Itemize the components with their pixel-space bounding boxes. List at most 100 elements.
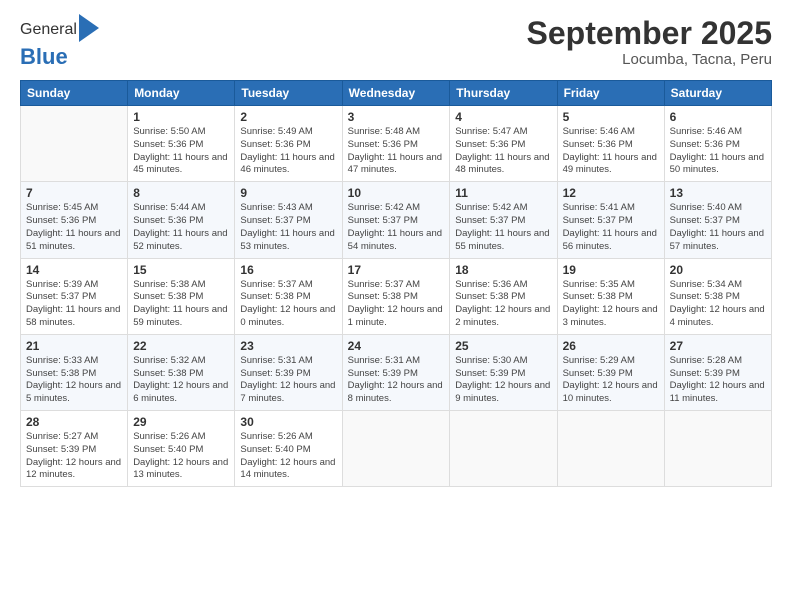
calendar-header-friday: Friday [557, 81, 664, 106]
day-info: Sunrise: 5:27 AM Sunset: 5:39 PM Dayligh… [26, 431, 122, 482]
calendar-cell [450, 411, 557, 487]
calendar-cell: 13Sunrise: 5:40 AM Sunset: 5:37 PM Dayli… [664, 182, 771, 258]
main-title: September 2025 [527, 16, 772, 51]
calendar-cell: 22 Sunrise: 5:32 AM Sunset: 5:38 PM Dayli… [128, 334, 235, 410]
day-number: 17 [348, 263, 445, 277]
logo-blue-text: Blue [20, 44, 68, 69]
day-number: 19 [563, 263, 659, 277]
day-number: 24 [348, 339, 445, 353]
day-number: 13 [670, 186, 766, 200]
calendar-cell: 4 Sunrise: 5:47 AM Sunset: 5:36 PM Daylig… [450, 106, 557, 182]
header: General Blue September 2025 Locumba, Tac… [20, 16, 772, 70]
calendar-header-wednesday: Wednesday [342, 81, 450, 106]
calendar-cell: 24Sunrise: 5:31 AM Sunset: 5:39 PM Dayli… [342, 334, 450, 410]
calendar-cell: 1 Sunrise: 5:50 AM Sunset: 5:36 PM Daylig… [128, 106, 235, 182]
day-info: Sunrise: 5:32 AM Sunset: 5:38 PM Dayligh… [133, 355, 229, 406]
logo-icon [79, 14, 99, 42]
calendar-cell: 2 Sunrise: 5:49 AM Sunset: 5:36 PM Daylig… [235, 106, 342, 182]
day-info: Sunrise: 5:49 AM Sunset: 5:36 PM Dayligh… [240, 126, 336, 177]
day-info: Sunrise: 5:30 AM Sunset: 5:39 PM Dayligh… [455, 355, 551, 406]
day-number: 15 [133, 263, 229, 277]
calendar-cell: 25Sunrise: 5:30 AM Sunset: 5:39 PM Dayli… [450, 334, 557, 410]
day-number: 14 [26, 263, 122, 277]
day-number: 16 [240, 263, 336, 277]
calendar-cell [557, 411, 664, 487]
calendar-cell: 15 Sunrise: 5:38 AM Sunset: 5:38 PM Dayli… [128, 258, 235, 334]
day-info: Sunrise: 5:45 AM Sunset: 5:36 PM Dayligh… [26, 202, 122, 253]
calendar-cell: 19 Sunrise: 5:35 AM Sunset: 5:38 PM Dayli… [557, 258, 664, 334]
calendar-week-5: 28 Sunrise: 5:27 AM Sunset: 5:39 PM Dayli… [21, 411, 772, 487]
calendar-week-1: 1 Sunrise: 5:50 AM Sunset: 5:36 PM Daylig… [21, 106, 772, 182]
calendar-table: SundayMondayTuesdayWednesdayThursdayFrid… [20, 80, 772, 487]
day-number: 6 [670, 110, 766, 124]
day-info: Sunrise: 5:26 AM Sunset: 5:40 PM Dayligh… [133, 431, 229, 482]
day-number: 3 [348, 110, 445, 124]
day-number: 21 [26, 339, 122, 353]
calendar-header-row: SundayMondayTuesdayWednesdayThursdayFrid… [21, 81, 772, 106]
calendar-week-3: 14 Sunrise: 5:39 AM Sunset: 5:37 PM Dayli… [21, 258, 772, 334]
day-number: 22 [133, 339, 229, 353]
day-info: Sunrise: 5:43 AM Sunset: 5:37 PM Dayligh… [240, 202, 336, 253]
day-number: 30 [240, 415, 336, 429]
day-info: Sunrise: 5:50 AM Sunset: 5:36 PM Dayligh… [133, 126, 229, 177]
day-number: 12 [563, 186, 659, 200]
day-number: 4 [455, 110, 551, 124]
day-number: 10 [348, 186, 445, 200]
calendar-header-sunday: Sunday [21, 81, 128, 106]
calendar-cell: 9 Sunrise: 5:43 AM Sunset: 5:37 PM Daylig… [235, 182, 342, 258]
day-info: Sunrise: 5:38 AM Sunset: 5:38 PM Dayligh… [133, 279, 229, 330]
calendar-week-4: 21 Sunrise: 5:33 AM Sunset: 5:38 PM Dayli… [21, 334, 772, 410]
day-info: Sunrise: 5:33 AM Sunset: 5:38 PM Dayligh… [26, 355, 122, 406]
day-number: 1 [133, 110, 229, 124]
calendar-cell: 17 Sunrise: 5:37 AM Sunset: 5:38 PM Dayli… [342, 258, 450, 334]
calendar-cell: 7 Sunrise: 5:45 AM Sunset: 5:36 PM Daylig… [21, 182, 128, 258]
day-info: Sunrise: 5:41 AM Sunset: 5:37 PM Dayligh… [563, 202, 659, 253]
day-info: Sunrise: 5:37 AM Sunset: 5:38 PM Dayligh… [348, 279, 445, 330]
calendar-cell: 3 Sunrise: 5:48 AM Sunset: 5:36 PM Daylig… [342, 106, 450, 182]
day-info: Sunrise: 5:42 AM Sunset: 5:37 PM Dayligh… [455, 202, 551, 253]
calendar-header-monday: Monday [128, 81, 235, 106]
calendar-cell: 14 Sunrise: 5:39 AM Sunset: 5:37 PM Dayli… [21, 258, 128, 334]
calendar-header-saturday: Saturday [664, 81, 771, 106]
logo: General Blue [20, 16, 99, 70]
day-info: Sunrise: 5:29 AM Sunset: 5:39 PM Dayligh… [563, 355, 659, 406]
calendar-cell: 5Sunrise: 5:46 AM Sunset: 5:36 PM Daylig… [557, 106, 664, 182]
calendar-cell: 29 Sunrise: 5:26 AM Sunset: 5:40 PM Dayli… [128, 411, 235, 487]
calendar-cell: 30 Sunrise: 5:26 AM Sunset: 5:40 PM Dayli… [235, 411, 342, 487]
day-info: Sunrise: 5:48 AM Sunset: 5:36 PM Dayligh… [348, 126, 445, 177]
day-number: 9 [240, 186, 336, 200]
day-number: 28 [26, 415, 122, 429]
day-info: Sunrise: 5:47 AM Sunset: 5:36 PM Dayligh… [455, 126, 551, 177]
calendar-cell: 23Sunrise: 5:31 AM Sunset: 5:39 PM Dayli… [235, 334, 342, 410]
day-number: 26 [563, 339, 659, 353]
calendar-cell: 26 Sunrise: 5:29 AM Sunset: 5:39 PM Dayli… [557, 334, 664, 410]
day-info: Sunrise: 5:39 AM Sunset: 5:37 PM Dayligh… [26, 279, 122, 330]
calendar-header-tuesday: Tuesday [235, 81, 342, 106]
day-number: 29 [133, 415, 229, 429]
calendar-cell: 12 Sunrise: 5:41 AM Sunset: 5:37 PM Dayli… [557, 182, 664, 258]
title-block: September 2025 Locumba, Tacna, Peru [527, 16, 772, 68]
day-info: Sunrise: 5:26 AM Sunset: 5:40 PM Dayligh… [240, 431, 336, 482]
calendar-cell: 10Sunrise: 5:42 AM Sunset: 5:37 PM Dayli… [342, 182, 450, 258]
logo-general-text: General [20, 21, 77, 39]
calendar-cell: 20Sunrise: 5:34 AM Sunset: 5:38 PM Dayli… [664, 258, 771, 334]
calendar-cell: 6 Sunrise: 5:46 AM Sunset: 5:36 PM Daylig… [664, 106, 771, 182]
subtitle: Locumba, Tacna, Peru [527, 51, 772, 68]
day-number: 7 [26, 186, 122, 200]
calendar-cell: 8Sunrise: 5:44 AM Sunset: 5:36 PM Daylig… [128, 182, 235, 258]
calendar-cell [21, 106, 128, 182]
calendar-cell: 27Sunrise: 5:28 AM Sunset: 5:39 PM Dayli… [664, 334, 771, 410]
day-info: Sunrise: 5:44 AM Sunset: 5:36 PM Dayligh… [133, 202, 229, 253]
day-info: Sunrise: 5:36 AM Sunset: 5:38 PM Dayligh… [455, 279, 551, 330]
day-info: Sunrise: 5:37 AM Sunset: 5:38 PM Dayligh… [240, 279, 336, 330]
day-info: Sunrise: 5:35 AM Sunset: 5:38 PM Dayligh… [563, 279, 659, 330]
day-info: Sunrise: 5:34 AM Sunset: 5:38 PM Dayligh… [670, 279, 766, 330]
day-info: Sunrise: 5:31 AM Sunset: 5:39 PM Dayligh… [240, 355, 336, 406]
day-info: Sunrise: 5:46 AM Sunset: 5:36 PM Dayligh… [670, 126, 766, 177]
page: General Blue September 2025 Locumba, Tac… [0, 0, 792, 612]
day-number: 18 [455, 263, 551, 277]
calendar-cell: 28 Sunrise: 5:27 AM Sunset: 5:39 PM Dayli… [21, 411, 128, 487]
calendar-cell: 16 Sunrise: 5:37 AM Sunset: 5:38 PM Dayli… [235, 258, 342, 334]
day-number: 2 [240, 110, 336, 124]
calendar-header-thursday: Thursday [450, 81, 557, 106]
